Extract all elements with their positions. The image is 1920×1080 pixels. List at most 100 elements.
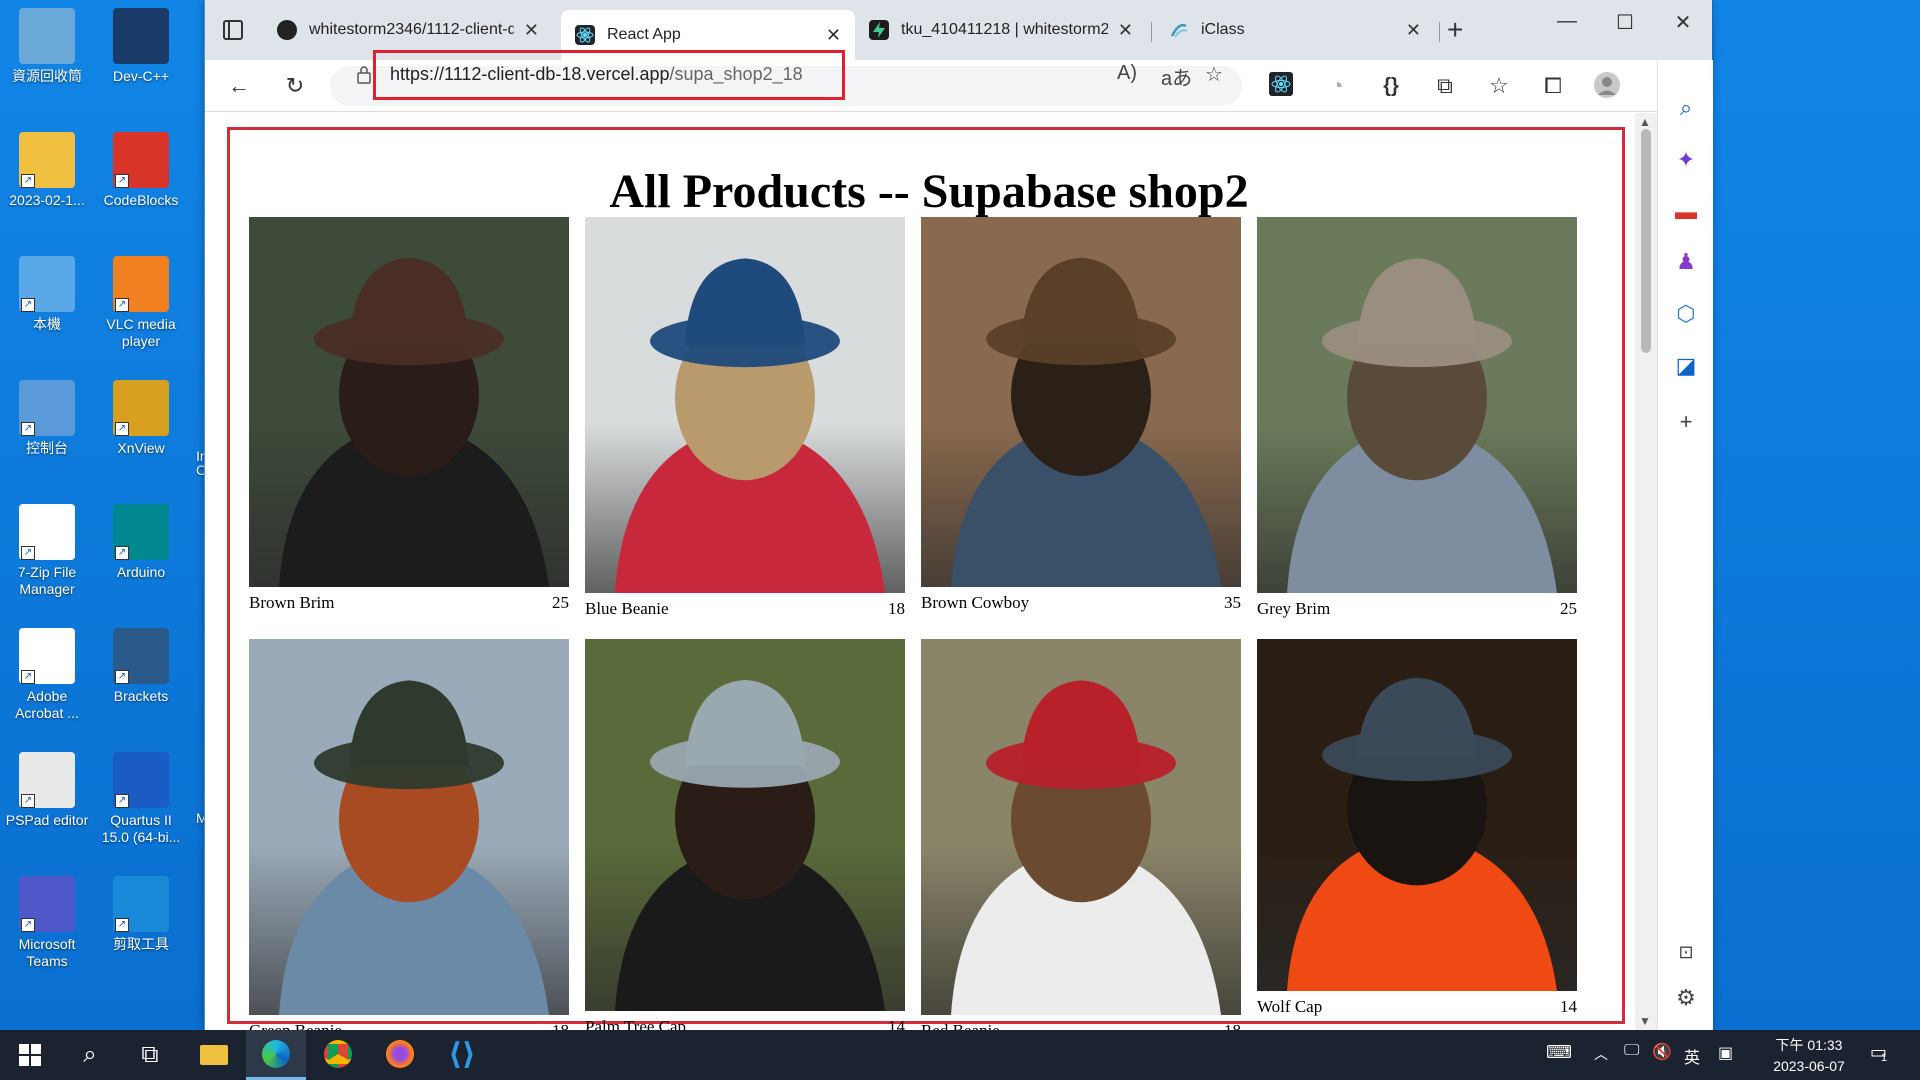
start-windows-icon[interactable] xyxy=(0,1030,60,1080)
extensions-puzzle-icon[interactable]: ⧉ xyxy=(1431,72,1459,100)
read-aloud-icon[interactable]: A) xyxy=(1117,62,1137,85)
tab-supabase[interactable]: tku_410411218 | whitestorm2346 ✕ xyxy=(855,10,1147,50)
product-card[interactable]: Palm Tree Cap 14 xyxy=(585,639,905,1030)
desktop-icon[interactable]: ↗ PSPad editor xyxy=(2,752,92,829)
favorites-icon[interactable]: ☆ xyxy=(1485,72,1513,100)
close-icon[interactable]: ✕ xyxy=(1406,20,1421,41)
games-icon[interactable]: ♟ xyxy=(1670,246,1702,278)
hide-sidebar-icon[interactable]: ⊡ xyxy=(1670,936,1702,968)
scrollbar[interactable]: ▲ ▼ xyxy=(1635,113,1657,1030)
close-window-icon[interactable]: ✕ xyxy=(1663,10,1703,35)
scroll-up-icon[interactable]: ▲ xyxy=(1639,115,1651,129)
product-card[interactable]: Green Beanie 18 xyxy=(249,639,569,1030)
back-icon[interactable]: ← xyxy=(225,72,253,100)
shortcut-arrow-icon: ↗ xyxy=(21,670,35,684)
extension-icon[interactable]: ◔ xyxy=(1323,72,1351,100)
product-card[interactable]: Grey Brim 25 xyxy=(1257,217,1577,619)
file-explorer-icon[interactable] xyxy=(184,1030,244,1080)
outlook-icon[interactable]: ◪ xyxy=(1670,350,1702,382)
office-icon[interactable]: ⬡ xyxy=(1670,298,1702,330)
desktop-icon[interactable]: ↗ 控制台 xyxy=(2,380,92,457)
desktop-icon[interactable]: ↗ 剪取工具 xyxy=(96,876,186,953)
notification-count: 1 xyxy=(1881,1052,1888,1064)
product-name: Blue Beanie xyxy=(585,599,669,618)
desktop-icon[interactable]: ↗ 2023-02-1... xyxy=(2,132,92,209)
profile-avatar[interactable] xyxy=(1593,72,1621,100)
network-icon[interactable]: 🖵 xyxy=(1624,1042,1639,1060)
vscode-icon[interactable]: ⟨⟩ xyxy=(432,1030,492,1080)
product-price: 14 xyxy=(888,1017,905,1030)
desktop-icon[interactable]: ↗ XnView xyxy=(96,380,186,457)
pspad-icon: ↗ xyxy=(19,752,75,808)
product-meta: Wolf Cap 14 xyxy=(1257,997,1577,1017)
desktop-icon-label: 7-Zip File Manager xyxy=(17,564,77,597)
tab-github[interactable]: whitestorm2346/1112-client-db_ ✕ xyxy=(263,10,553,50)
product-price: 35 xyxy=(1224,593,1241,612)
desktop-icon-label: Dev-C++ xyxy=(112,68,170,84)
desktop-icon[interactable]: ↗ VLC media player xyxy=(96,256,186,350)
add-favorite-icon[interactable]: ☆ xyxy=(1205,62,1223,87)
product-card[interactable]: Red Beanie 18 xyxy=(921,639,1241,1030)
desktop-icon[interactable]: ↗ Arduino xyxy=(96,504,186,581)
task-view-icon[interactable]: ⧉ xyxy=(120,1030,180,1080)
desktop-icon[interactable]: ↗ Quartus II 15.0 (64-bi... xyxy=(96,752,186,846)
new-tab-icon[interactable]: + xyxy=(1447,14,1463,46)
product-meta: Palm Tree Cap 14 xyxy=(585,1017,905,1030)
volume-muted-icon[interactable]: 🔇 xyxy=(1652,1042,1672,1062)
search-icon[interactable]: ⌕ xyxy=(1670,92,1702,124)
close-icon[interactable]: ✕ xyxy=(524,20,539,41)
scroll-down-icon[interactable]: ▼ xyxy=(1639,1014,1651,1028)
desktop-icon[interactable]: ↗ 本機 xyxy=(2,256,92,333)
keyboard-icon[interactable]: ⌨ xyxy=(1546,1042,1572,1063)
tab-actions-icon[interactable] xyxy=(223,20,243,40)
desktop-icon[interactable]: ↗ Brackets xyxy=(96,628,186,705)
7zip-icon: ↗ xyxy=(19,504,75,560)
product-card[interactable]: Wolf Cap 14 xyxy=(1257,639,1577,1017)
product-card[interactable]: Blue Beanie 18 xyxy=(585,217,905,619)
desktop-icon-label: VLC media player xyxy=(106,316,176,349)
scroll-thumb[interactable] xyxy=(1641,129,1651,353)
ime-mode-icon[interactable]: ▣ xyxy=(1718,1043,1733,1063)
firefox-icon[interactable] xyxy=(370,1030,430,1080)
refresh-icon[interactable]: ↻ xyxy=(281,72,309,100)
product-image xyxy=(1257,217,1577,593)
desktop-icon[interactable]: ↗ 7-Zip File Manager xyxy=(2,504,92,598)
minimize-icon[interactable]: — xyxy=(1547,10,1587,33)
browser-window: whitestorm2346/1112-client-db_ ✕ React A… xyxy=(204,0,1713,1030)
react-devtools-icon[interactable] xyxy=(1267,72,1295,100)
tab-iclass[interactable]: iClass ✕ xyxy=(1155,10,1435,50)
desktop-icon[interactable]: ↗ CodeBlocks xyxy=(96,132,186,209)
product-card[interactable]: Brown Cowboy 35 xyxy=(921,217,1241,613)
clock[interactable]: 下午 01:33 2023-06-07 xyxy=(1764,1035,1854,1074)
translate-icon[interactable]: aあ xyxy=(1161,62,1192,91)
maximize-icon[interactable]: ☐ xyxy=(1605,10,1645,35)
settings-gear-icon[interactable]: ⚙ xyxy=(1670,982,1702,1014)
chrome-icon[interactable] xyxy=(308,1030,368,1080)
edge-taskbar-icon[interactable] xyxy=(246,1030,306,1080)
search-icon[interactable]: ⌕ xyxy=(60,1030,120,1080)
desktop-icon[interactable]: Dev-C++ xyxy=(96,8,186,85)
collections-icon[interactable]: ⧠ xyxy=(1539,72,1567,100)
close-icon[interactable]: ✕ xyxy=(826,25,841,46)
computer-icon: ↗ xyxy=(19,256,75,312)
chevron-up-icon[interactable]: ︿ xyxy=(1594,1044,1608,1064)
add-sidebar-icon[interactable]: + xyxy=(1670,406,1702,438)
shopping-icon[interactable]: ▬ xyxy=(1670,196,1702,228)
shortcut-arrow-icon: ↗ xyxy=(21,174,35,188)
desktop-icon[interactable]: ↗ Microsoft Teams xyxy=(2,876,92,970)
desktop-icon[interactable]: 資源回收筒 xyxy=(2,8,92,85)
close-icon[interactable]: ✕ xyxy=(1118,20,1133,41)
url-path: /supa_shop2_18 xyxy=(669,64,803,84)
page-title: All Products -- Supabase shop2 xyxy=(609,165,1249,218)
product-card[interactable]: Brown Brim 25 xyxy=(249,217,569,613)
desktop-icon[interactable]: ↗ Adobe Acrobat ... xyxy=(2,628,92,722)
quartus-icon: ↗ xyxy=(113,752,169,808)
desktop-icon-label: Quartus II 15.0 (64-bi... xyxy=(101,812,181,845)
product-name: Wolf Cap xyxy=(1257,997,1323,1016)
url-text[interactable]: https://1112-client-db-18.vercel.app/sup… xyxy=(390,64,803,85)
ime-indicator[interactable]: 英 xyxy=(1684,1044,1700,1068)
json-formatter-icon[interactable]: {} xyxy=(1377,72,1405,100)
product-image xyxy=(1257,639,1577,991)
notification-center[interactable]: ▭1 xyxy=(1870,1042,1893,1064)
copilot-icon[interactable]: ✦ xyxy=(1670,144,1702,176)
